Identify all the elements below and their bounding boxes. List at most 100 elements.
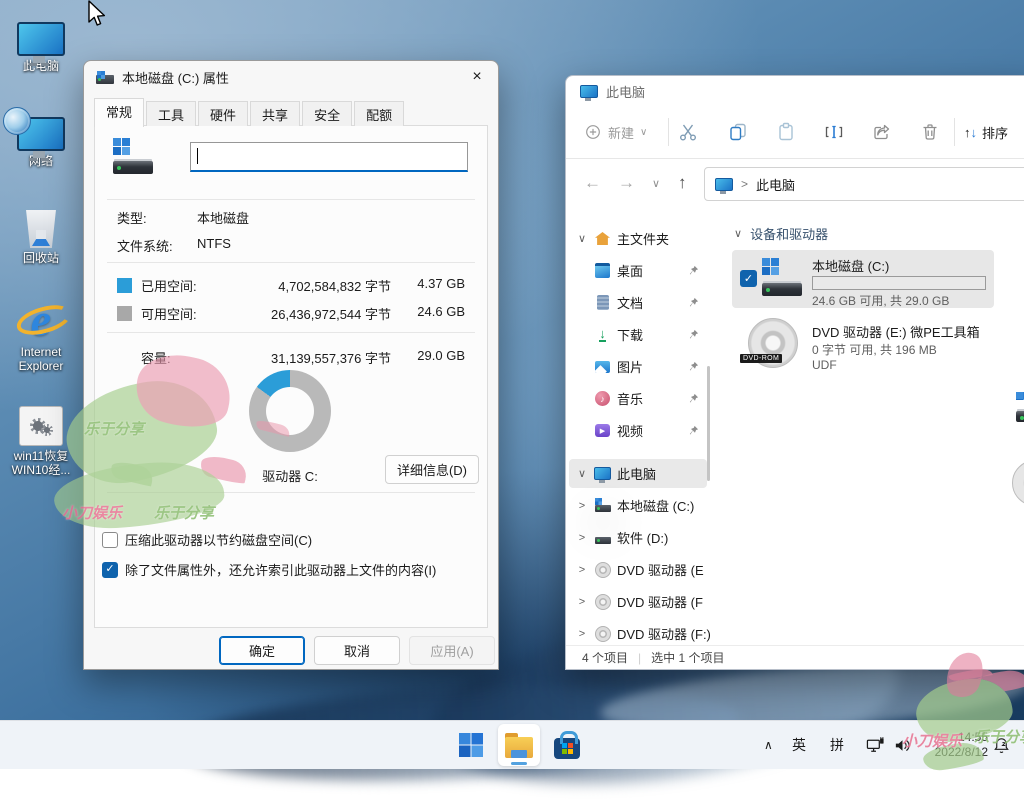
hidden-icons-chevron-icon[interactable]: ∧ xyxy=(764,721,773,769)
tab-hardware[interactable]: 硬件 xyxy=(198,101,248,126)
breadcrumb[interactable]: 此电脑 xyxy=(756,175,795,194)
drive-chart-label: 驱动器 C: xyxy=(240,466,340,485)
desktop-icon-win11-restore[interactable]: win11恢复 WIN10经... xyxy=(2,400,80,477)
desktop-icon-recycle-bin[interactable]: 回收站 xyxy=(2,202,80,265)
volume-label-input[interactable] xyxy=(190,142,468,172)
type-value: 本地磁盘 xyxy=(197,208,249,227)
index-checkbox[interactable]: ✓ xyxy=(102,562,118,578)
dvd-rom-badge: DVD-ROM xyxy=(740,354,782,363)
explorer-statusbar: 4 个项目 | 选中 1 个项目 xyxy=(566,645,1024,669)
desktop-icon-label: win11恢复 xyxy=(14,449,68,463)
sidebar-item-downloads[interactable]: ↓ 下载 xyxy=(569,320,707,349)
chevron-right-icon[interactable]: > xyxy=(576,596,588,608)
internet-explorer-icon: e xyxy=(18,298,64,342)
breadcrumb-separator: > xyxy=(741,177,748,191)
rename-icon[interactable] xyxy=(824,122,844,142)
section-header-devices[interactable]: ∨ 设备和驱动器 xyxy=(734,224,828,243)
taskbar-file-explorer-button[interactable] xyxy=(498,724,540,766)
up-icon[interactable]: ↑ xyxy=(678,173,687,193)
filesystem-value: NTFS xyxy=(197,236,231,251)
item-count: 4 个项目 xyxy=(582,649,628,666)
recent-locations-chevron-icon[interactable]: ∨ xyxy=(652,177,660,190)
sidebar-item-home[interactable]: ∨ 主文件夹 xyxy=(569,224,707,253)
sidebar-item-documents[interactable]: 文档 xyxy=(569,288,707,317)
sidebar-item-dvd-e[interactable]: > DVD 驱动器 (E xyxy=(569,555,707,584)
chevron-down-icon[interactable]: ∨ xyxy=(576,232,588,245)
paste-icon[interactable] xyxy=(776,122,796,142)
ime-mode-indicator[interactable]: 拼 xyxy=(830,721,844,769)
compress-checkbox[interactable]: ✓ xyxy=(102,532,118,548)
forward-icon[interactable]: → xyxy=(618,173,635,193)
delete-icon[interactable] xyxy=(920,122,940,142)
explorer-navbar: ← → ∨ ↑ > 此电脑 xyxy=(566,158,1024,208)
explorer-titlebar[interactable]: 此电脑 xyxy=(566,76,1024,106)
new-button[interactable]: 新建 ∨ xyxy=(584,123,647,142)
sidebar-item-dvd-f2[interactable]: > DVD 驱动器 (F:) xyxy=(569,619,707,648)
apply-button[interactable]: 应用(A) xyxy=(409,636,495,665)
index-checkbox-row[interactable]: ✓ 除了文件属性外，还允许索引此驱动器上文件的内容(I) xyxy=(102,560,436,579)
desktop-icon-this-pc[interactable]: 此电脑 xyxy=(2,10,80,73)
compress-checkbox-row[interactable]: ✓ 压缩此驱动器以节约磁盘空间(C) xyxy=(102,530,312,549)
dialog-titlebar[interactable]: 本地磁盘 (C:) 属性 xyxy=(84,61,498,93)
desktop-icon-label: Internet xyxy=(21,345,62,359)
address-bar[interactable]: > 此电脑 xyxy=(704,167,1024,201)
capacity-size: 29.0 GB xyxy=(401,348,465,363)
chevron-right-icon[interactable]: > xyxy=(576,628,588,640)
capacity-label: 容量: xyxy=(141,348,171,367)
tab-tools[interactable]: 工具 xyxy=(146,101,196,126)
ok-button[interactable]: 确定 xyxy=(219,636,305,665)
sidebar-item-drive-c[interactable]: > 本地磁盘 (C:) xyxy=(569,491,707,520)
details-button[interactable]: 详细信息(D) xyxy=(385,455,479,484)
sidebar-item-this-pc[interactable]: ∨ 此电脑 xyxy=(569,459,707,488)
cancel-button[interactable]: 取消 xyxy=(314,636,400,665)
sort-arrows-icon: ↑↓ xyxy=(964,125,977,140)
dvd-drive-icon xyxy=(595,594,611,610)
chevron-right-icon[interactable]: > xyxy=(576,500,588,512)
chevron-down-icon[interactable]: ∨ xyxy=(734,227,742,240)
close-icon[interactable]: × xyxy=(464,65,490,89)
sidebar-item-desktop[interactable]: 桌面 xyxy=(569,256,707,285)
this-pc-icon xyxy=(715,178,733,191)
notification-bell-icon[interactable] xyxy=(992,721,1011,769)
network-tray-icon[interactable] xyxy=(866,721,885,769)
sidebar-item-videos[interactable]: ▶ 视频 xyxy=(569,416,707,445)
cut-icon[interactable] xyxy=(678,122,698,142)
system-drive-icon xyxy=(760,256,804,300)
explorer-main-pane: ∨ 设备和驱动器 ✓ 本地磁盘 (C:) 24.6 GB 可用, 共 29.0 … xyxy=(716,208,1024,646)
free-space-bytes: 26,436,972,544 字节 xyxy=(245,304,391,323)
sidebar-item-pictures[interactable]: 图片 xyxy=(569,352,707,381)
type-label: 类型: xyxy=(117,208,147,227)
chevron-right-icon[interactable]: > xyxy=(576,532,588,544)
tab-sharing[interactable]: 共享 xyxy=(250,101,300,126)
text-caret xyxy=(197,148,198,164)
sort-button[interactable]: ↑↓ 排序 xyxy=(964,123,1008,142)
volume-tray-icon[interactable] xyxy=(893,721,912,769)
tab-security[interactable]: 安全 xyxy=(302,101,352,126)
desktop-icon-network[interactable]: 网络 xyxy=(2,105,80,168)
drive-c-item[interactable]: ✓ 本地磁盘 (C:) 24.6 GB 可用, 共 29.0 GB xyxy=(732,250,994,308)
start-button[interactable] xyxy=(450,724,492,766)
dvd-e-item[interactable]: DVD-ROM DVD 驱动器 (E:) 微PE工具箱 0 字节 可用, 共 1… xyxy=(732,316,994,380)
tab-general[interactable]: 常规 xyxy=(94,98,144,127)
selected-count: 选中 1 个项目 xyxy=(651,649,724,666)
free-space-size: 24.6 GB xyxy=(401,304,465,319)
chevron-right-icon[interactable]: > xyxy=(576,564,588,576)
back-icon[interactable]: ← xyxy=(584,173,601,193)
taskbar-clock[interactable]: 14:55 2022/8/12 xyxy=(916,730,988,760)
selection-checkbox[interactable]: ✓ xyxy=(740,270,757,287)
tab-quota[interactable]: 配额 xyxy=(354,101,404,126)
chevron-down-icon[interactable]: ∨ xyxy=(576,467,588,480)
sidebar-item-drive-d[interactable]: > 软件 (D:) xyxy=(569,523,707,552)
filesystem-label: 文件系统: xyxy=(117,236,173,255)
ime-language-indicator[interactable]: 英 xyxy=(792,721,806,769)
drive-icon xyxy=(595,537,611,544)
windows-logo-icon xyxy=(459,733,483,757)
sidebar-item-dvd-f[interactable]: > DVD 驱动器 (F xyxy=(569,587,707,616)
copy-icon[interactable] xyxy=(728,122,748,142)
sidebar-scrollbar[interactable] xyxy=(707,366,710,481)
share-icon[interactable] xyxy=(872,122,892,142)
taskbar-store-button[interactable] xyxy=(546,724,588,766)
desktop-icon-internet-explorer[interactable]: e Internet Explorer xyxy=(2,296,80,373)
sidebar-item-music[interactable]: ♪ 音乐 xyxy=(569,384,707,413)
toolbar-divider xyxy=(668,118,669,146)
